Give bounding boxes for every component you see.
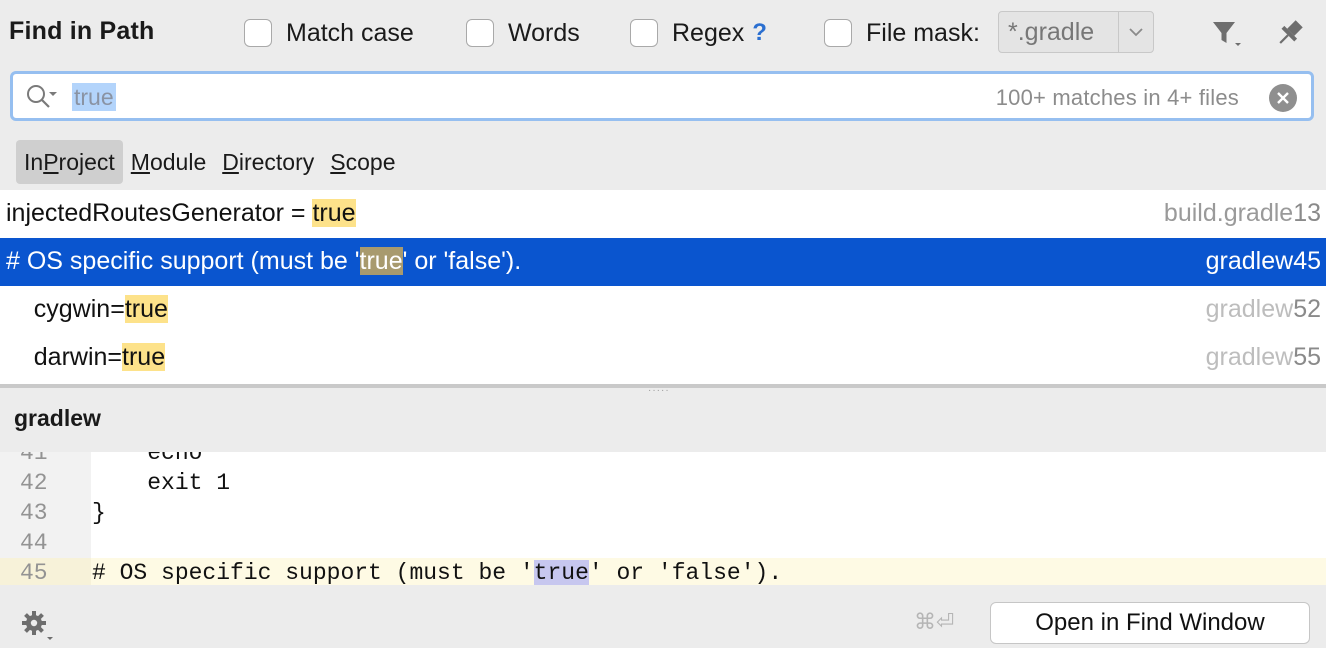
result-file-name: gradlew — [1205, 295, 1294, 323]
chevron-down-icon[interactable] — [1119, 12, 1153, 52]
preview-file-name: gradlew — [14, 405, 101, 431]
code-text: echo — [92, 452, 203, 466]
result-row[interactable]: # OS specific support (must be 'true' or… — [0, 238, 1326, 286]
result-text: darwin=true — [6, 343, 166, 372]
result-file-location: gradlew52 — [1206, 295, 1321, 324]
file-mask-checkbox[interactable] — [824, 19, 852, 47]
line-number: 42 — [20, 470, 48, 496]
tab-scope[interactable]: Scope — [322, 140, 403, 184]
regex-checkbox[interactable] — [630, 19, 658, 47]
result-line-number: 45 — [1293, 247, 1321, 275]
code-line[interactable]: 44 — [0, 528, 1326, 558]
code-text: exit 1 — [92, 470, 231, 496]
scope-tabs: In Project Module Directory Scope — [16, 140, 403, 184]
code-line[interactable]: 43} — [0, 498, 1326, 528]
code-match-highlight: true — [533, 560, 589, 585]
code-text-after: ' or 'false'). — [588, 560, 783, 585]
code-line[interactable]: 42 exit 1 — [0, 468, 1326, 498]
result-file-location: gradlew55 — [1206, 343, 1321, 372]
result-text-before: darwin= — [6, 343, 123, 371]
file-mask-combobox[interactable]: *.gradle — [998, 11, 1154, 53]
result-text: injectedRoutesGenerator = true — [6, 199, 356, 228]
result-file-name: build.gradle — [1163, 199, 1294, 227]
result-text-before: cygwin= — [6, 295, 125, 323]
result-file-location: build.gradle13 — [1164, 199, 1321, 228]
gear-icon[interactable] — [18, 606, 56, 644]
search-field[interactable]: true 100+ matches in 4+ files — [10, 71, 1314, 121]
match-case-label: Match case — [286, 18, 414, 47]
code-line[interactable]: 41 echo — [0, 452, 1326, 468]
file-mask-option[interactable]: File mask: — [824, 17, 980, 49]
result-row[interactable]: injectedRoutesGenerator = true build.grad… — [0, 190, 1326, 238]
words-checkbox[interactable] — [466, 19, 494, 47]
tab-module[interactable]: Module — [123, 140, 214, 184]
match-case-checkbox[interactable] — [244, 19, 272, 47]
code-preview[interactable]: 41 echo 42 exit 1 43} 44 45 # OS specific sup… — [0, 452, 1326, 585]
result-line-number: 52 — [1293, 295, 1321, 323]
line-number: 43 — [20, 500, 48, 526]
result-text: # OS specific support (must be 'true' or… — [6, 247, 521, 276]
pin-icon[interactable] — [1272, 14, 1308, 52]
code-text: # OS specific support (must be 'true' or… — [92, 558, 782, 585]
code-text-before: # OS specific support (must be ' — [92, 560, 534, 585]
result-file-name: gradlew — [1205, 343, 1294, 371]
words-label: Words — [508, 18, 580, 47]
file-mask-label: File mask: — [866, 18, 980, 47]
result-line-number: 55 — [1293, 343, 1321, 371]
regex-label: Regex — [672, 18, 745, 47]
tab-directory[interactable]: Directory — [214, 140, 322, 184]
dialog-title: Find in Path — [9, 17, 155, 45]
result-row[interactable]: darwin=true gradlew55 — [0, 334, 1326, 382]
match-case-option[interactable]: Match case — [244, 17, 414, 49]
results-list[interactable]: injectedRoutesGenerator = true build.grad… — [0, 190, 1326, 384]
line-number: 41 — [20, 452, 48, 466]
result-text-after: ' or 'false'). — [402, 247, 522, 275]
search-input[interactable]: true — [72, 83, 116, 111]
result-match-highlight: true — [124, 295, 168, 323]
line-number: 44 — [20, 530, 48, 556]
splitter-grip[interactable]: ····· — [648, 385, 670, 396]
file-mask-value[interactable]: *.gradle — [999, 18, 1118, 47]
code-line[interactable]: 45 # OS specific support (must be 'true' … — [0, 558, 1326, 585]
regex-help-icon[interactable]: ? — [752, 19, 767, 47]
result-text-before: injectedRoutesGenerator = — [6, 199, 313, 227]
words-option[interactable]: Words — [466, 17, 580, 49]
clear-search-icon[interactable] — [1269, 84, 1297, 112]
result-text: cygwin=true — [6, 295, 168, 324]
line-number: 45 — [0, 558, 91, 585]
result-match-highlight: true — [359, 247, 403, 275]
open-in-find-window-button[interactable]: Open in Find Window — [990, 602, 1310, 644]
code-text: } — [92, 500, 106, 526]
result-text-before: # OS specific support (must be ' — [6, 247, 360, 275]
result-file-name: gradlew — [1205, 247, 1294, 275]
search-icon[interactable] — [25, 83, 61, 111]
filter-icon[interactable] — [1208, 14, 1244, 52]
regex-option[interactable]: Regex ? — [630, 17, 767, 49]
result-match-highlight: true — [122, 343, 166, 371]
result-line-number: 13 — [1293, 199, 1321, 227]
tab-in-project[interactable]: In Project — [16, 140, 123, 184]
match-count: 100+ matches in 4+ files — [995, 85, 1239, 110]
result-file-location: gradlew45 — [1206, 247, 1321, 276]
result-row[interactable]: cygwin=true gradlew52 — [0, 286, 1326, 334]
result-match-highlight: true — [312, 199, 356, 227]
find-in-path-header: Find in Path Match case Words Regex ? Fi… — [0, 0, 1326, 66]
shortcut-hint: ⌘⏎ — [914, 609, 955, 634]
